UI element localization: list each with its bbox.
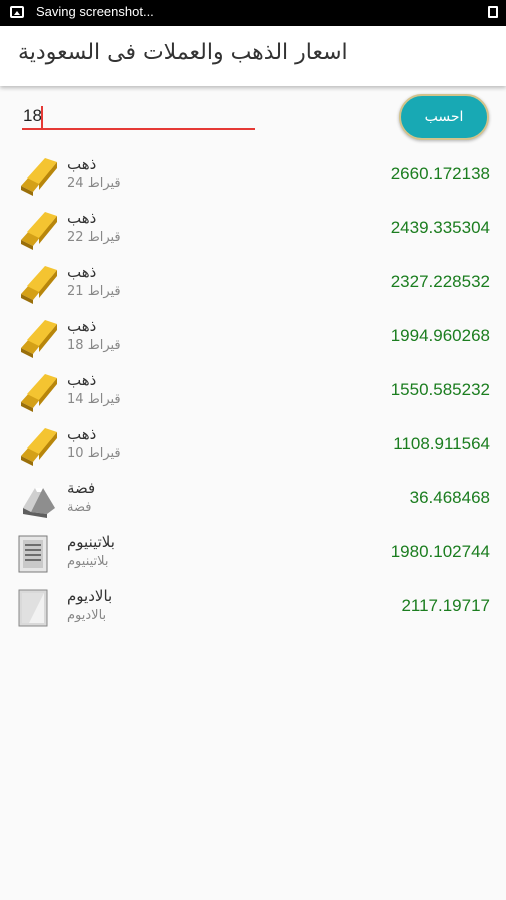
karat-input[interactable] bbox=[22, 104, 255, 130]
item-name: بالاديوم bbox=[67, 587, 113, 605]
item-karat: 21 قيراط bbox=[67, 284, 121, 299]
gold-bar-icon bbox=[21, 266, 57, 304]
item-price: 2117.19717 bbox=[401, 596, 490, 615]
item-karat: 10 قيراط bbox=[67, 446, 121, 461]
status-bar: Saving screenshot... bbox=[0, 0, 506, 26]
status-text: Saving screenshot... bbox=[36, 4, 154, 19]
item-karat: 18 قيراط bbox=[67, 338, 121, 353]
list-item[interactable]: بالاديوم بالاديوم 2117.19717 bbox=[0, 580, 506, 634]
item-karat: 22 قيراط bbox=[67, 230, 121, 245]
item-karat: 24 قيراط bbox=[67, 176, 121, 191]
item-name: ذهب bbox=[67, 155, 97, 173]
item-karat: فضة bbox=[67, 500, 92, 515]
list-item[interactable]: ذهب 21 قيراط 2327.228532 bbox=[0, 256, 506, 310]
item-price: 2327.228532 bbox=[390, 272, 490, 291]
item-karat: بلاتينيوم bbox=[67, 554, 109, 569]
item-name: ذهب bbox=[67, 263, 97, 281]
gold-bar-icon bbox=[21, 158, 57, 196]
gold-bar-icon bbox=[21, 374, 57, 412]
item-price: 36.468468 bbox=[409, 488, 490, 507]
item-name: ذهب bbox=[67, 209, 97, 227]
item-price: 1108.911564 bbox=[393, 434, 490, 453]
screenshot-icon bbox=[10, 6, 24, 18]
item-price: 2660.172138 bbox=[390, 164, 490, 183]
calculate-button[interactable]: احسب bbox=[399, 94, 489, 140]
battery-icon bbox=[488, 6, 498, 18]
item-price: 2439.335304 bbox=[390, 218, 490, 237]
gold-bar-icon bbox=[21, 320, 57, 358]
palladium-bar-icon bbox=[18, 589, 48, 627]
list-item[interactable]: ذهب 24 قيراط 2660.172138 bbox=[0, 148, 506, 202]
item-price: 1980.102744 bbox=[390, 542, 490, 561]
item-price: 1994.960268 bbox=[390, 326, 490, 345]
page-title: اسعار الذهب والعملات فى السعودية bbox=[18, 40, 348, 65]
list-item[interactable]: بلاتينيوم بلاتينيوم 1980.102744 bbox=[0, 526, 506, 580]
item-name: بلاتينيوم bbox=[67, 533, 115, 551]
item-karat: 14 قيراط bbox=[67, 392, 121, 407]
item-name: ذهب bbox=[67, 425, 97, 443]
item-name: ذهب bbox=[67, 317, 97, 335]
gold-bar-icon bbox=[21, 212, 57, 250]
list-item[interactable]: ذهب 10 قيراط 1108.911564 bbox=[0, 418, 506, 472]
silver-bar-icon bbox=[23, 488, 55, 518]
list-item[interactable]: فضة فضة 36.468468 bbox=[0, 472, 506, 526]
item-karat: بالاديوم bbox=[67, 608, 107, 623]
list-item[interactable]: ذهب 14 قيراط 1550.585232 bbox=[0, 364, 506, 418]
item-name: فضة bbox=[67, 479, 96, 497]
list-item[interactable]: ذهب 22 قيراط 2439.335304 bbox=[0, 202, 506, 256]
item-name: ذهب bbox=[67, 371, 97, 389]
platinum-bar-icon bbox=[18, 535, 48, 573]
item-price: 1550.585232 bbox=[390, 380, 490, 399]
list-item[interactable]: ذهب 18 قيراط 1994.960268 bbox=[0, 310, 506, 364]
text-caret bbox=[41, 106, 43, 128]
gold-bar-icon bbox=[21, 428, 57, 466]
app-bar: اسعار الذهب والعملات فى السعودية bbox=[0, 26, 506, 86]
